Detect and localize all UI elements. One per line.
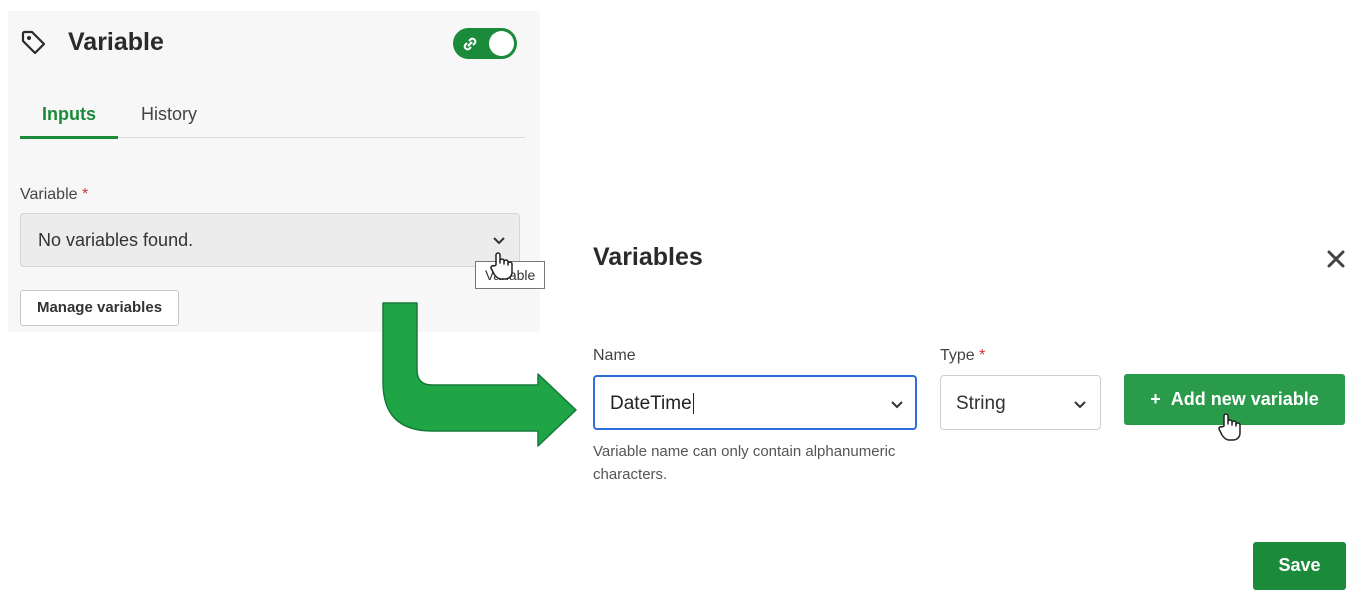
add-button-label: Add new variable [1170, 389, 1319, 409]
name-field-label: Name [593, 347, 636, 364]
variable-label-text: Variable [20, 186, 78, 203]
required-mark: * [979, 347, 986, 364]
manage-variables-button[interactable]: Manage variables [20, 290, 179, 326]
close-icon[interactable] [1325, 248, 1347, 270]
hand-cursor-icon [490, 252, 513, 280]
variable-name-value: DateTime [610, 393, 694, 415]
tag-icon [21, 30, 46, 55]
chevron-down-icon[interactable] [1072, 396, 1088, 412]
chevron-down-icon[interactable] [889, 396, 905, 412]
type-field-label: Type * [940, 347, 985, 365]
link-icon [463, 37, 477, 51]
plus-icon: + [1150, 389, 1161, 409]
variable-select-value: No variables found. [38, 230, 194, 250]
variable-field-label: Variable * [20, 186, 88, 204]
chevron-down-icon[interactable] [491, 232, 507, 248]
link-toggle[interactable] [453, 28, 517, 59]
type-select[interactable]: String [940, 375, 1101, 430]
required-mark: * [81, 186, 89, 203]
type-label-text: Type [940, 347, 975, 364]
save-button[interactable]: Save [1253, 542, 1346, 590]
hand-cursor-icon [1218, 413, 1241, 441]
toggle-knob [489, 31, 514, 56]
dialog-title: Variables [593, 243, 703, 271]
helper-text: Variable name can only contain alphanume… [593, 443, 896, 483]
panel-title: Variable [68, 28, 164, 56]
tab-inputs[interactable]: Inputs [42, 104, 96, 125]
variable-select[interactable]: No variables found. [20, 213, 520, 267]
flow-arrow-icon [382, 302, 577, 447]
text-caret [692, 393, 694, 415]
active-tab-indicator [20, 136, 118, 139]
variable-panel: Variable Inputs History Variable * No va… [8, 11, 545, 332]
variable-name-text: DateTime [610, 393, 692, 414]
variable-name-input[interactable]: DateTime [593, 375, 917, 430]
type-select-value: String [956, 393, 1006, 414]
tab-history[interactable]: History [141, 104, 197, 125]
